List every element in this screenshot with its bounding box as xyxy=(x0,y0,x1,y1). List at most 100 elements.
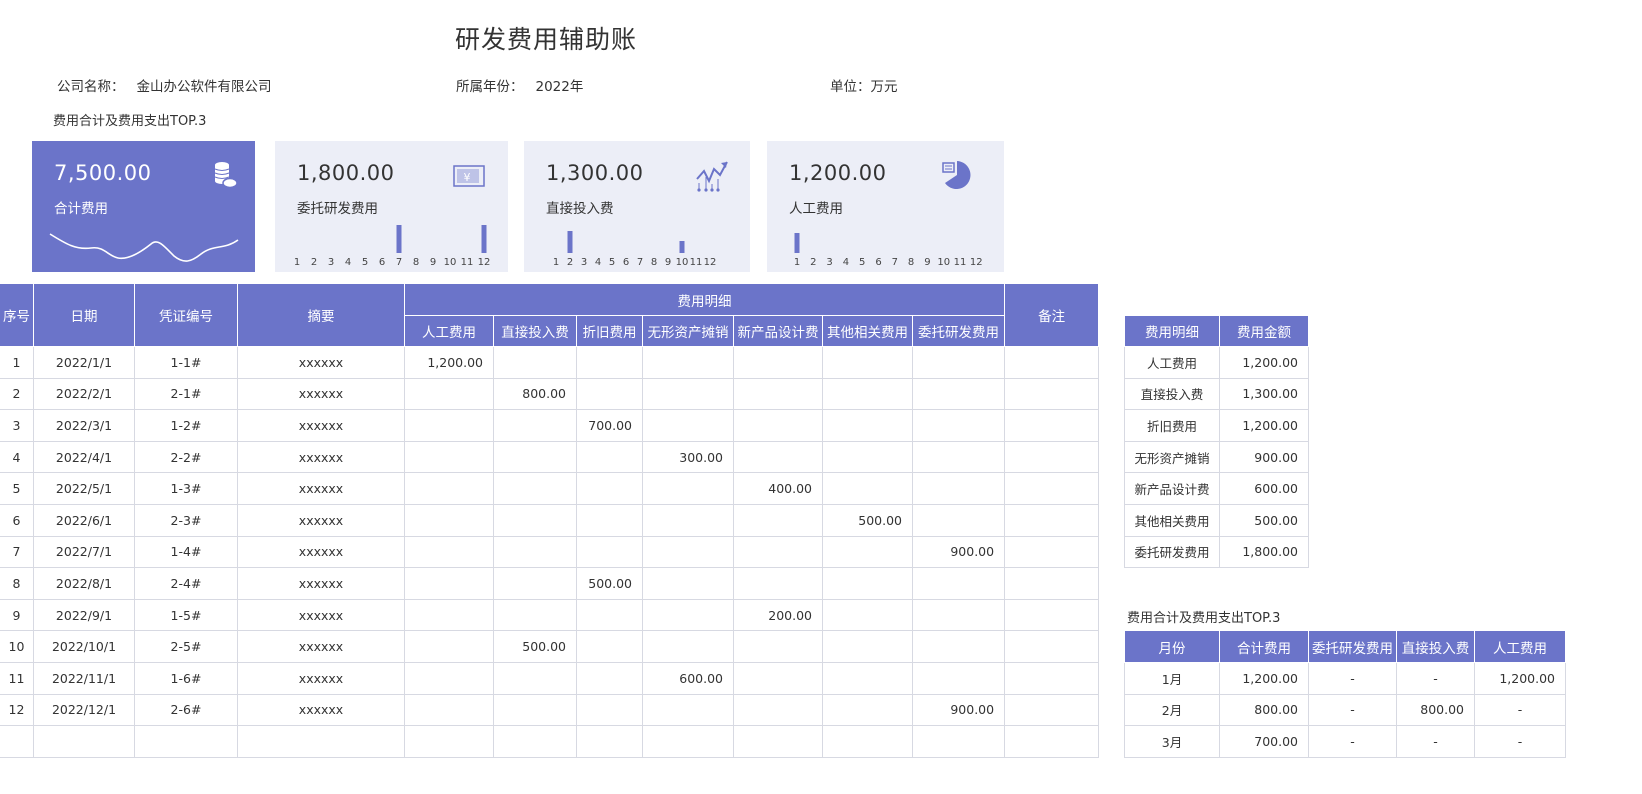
cell-empty[interactable] xyxy=(33,725,135,758)
cell-seq[interactable]: 8 xyxy=(0,567,34,600)
cell-amount[interactable]: 1,200.00 xyxy=(404,346,494,379)
cell-amount[interactable] xyxy=(642,630,734,663)
cell-amount[interactable] xyxy=(404,472,494,505)
top3-value[interactable]: 1,200.00 xyxy=(1474,662,1566,695)
cell-amount[interactable] xyxy=(642,567,734,600)
cell-amount[interactable] xyxy=(493,693,577,727)
top3-value[interactable]: - xyxy=(1474,725,1566,758)
cell-amount[interactable]: 900.00 xyxy=(911,535,1006,569)
cell-amount[interactable] xyxy=(733,409,823,442)
cell-amount[interactable] xyxy=(911,630,1006,663)
summary-amount[interactable]: 1,200.00 xyxy=(1219,346,1309,379)
top3-value[interactable]: - xyxy=(1308,725,1397,758)
cell-amount[interactable] xyxy=(576,535,643,569)
cell-amount[interactable] xyxy=(733,630,823,663)
summary-amount[interactable]: 1,300.00 xyxy=(1219,377,1309,411)
cell-remark[interactable] xyxy=(1004,377,1100,411)
cell-amount[interactable] xyxy=(404,630,494,663)
cell-date[interactable]: 2022/5/1 xyxy=(33,472,135,505)
cell-voucher[interactable]: 1-5# xyxy=(134,598,238,632)
cell-amount[interactable] xyxy=(576,598,643,632)
top3-value[interactable]: 800.00 xyxy=(1219,693,1309,727)
summary-item[interactable]: 委托研发费用 xyxy=(1124,535,1220,569)
cell-amount[interactable] xyxy=(822,693,913,727)
cell-amount[interactable] xyxy=(576,630,643,663)
cell-amount[interactable] xyxy=(642,503,734,537)
cell-amount[interactable] xyxy=(911,377,1006,411)
cell-amount[interactable] xyxy=(404,535,494,569)
cell-empty[interactable] xyxy=(576,725,643,758)
summary-amount[interactable]: 900.00 xyxy=(1219,440,1309,474)
cell-amount[interactable] xyxy=(576,661,643,695)
cell-amount[interactable]: 800.00 xyxy=(493,377,577,411)
cell-amount[interactable] xyxy=(911,346,1006,379)
cell-amount[interactable] xyxy=(576,503,643,537)
cell-amount[interactable] xyxy=(911,598,1006,632)
cell-amount[interactable] xyxy=(576,472,643,505)
cell-summary[interactable]: xxxxxx xyxy=(237,630,405,663)
cell-date[interactable]: 2022/11/1 xyxy=(33,661,135,695)
cell-seq[interactable]: 1 xyxy=(0,346,34,379)
summary-item[interactable]: 无形资产摊销 xyxy=(1124,440,1220,474)
cell-amount[interactable] xyxy=(576,346,643,379)
cell-date[interactable]: 2022/9/1 xyxy=(33,598,135,632)
cell-amount[interactable] xyxy=(493,598,577,632)
cell-voucher[interactable]: 1-4# xyxy=(134,535,238,569)
cell-date[interactable]: 2022/3/1 xyxy=(33,409,135,442)
cell-amount[interactable]: 500.00 xyxy=(822,503,913,537)
cell-date[interactable]: 2022/12/1 xyxy=(33,693,135,727)
cell-amount[interactable] xyxy=(642,598,734,632)
cell-voucher[interactable]: 1-1# xyxy=(134,346,238,379)
cell-date[interactable]: 2022/4/1 xyxy=(33,440,135,474)
cell-amount[interactable] xyxy=(822,346,913,379)
cell-amount[interactable] xyxy=(733,567,823,600)
cell-seq[interactable]: 12 xyxy=(0,693,34,727)
cell-empty[interactable] xyxy=(822,725,913,758)
cell-summary[interactable]: xxxxxx xyxy=(237,661,405,695)
cell-empty[interactable] xyxy=(642,725,734,758)
cell-date[interactable]: 2022/7/1 xyxy=(33,535,135,569)
top3-month[interactable]: 1月 xyxy=(1124,662,1220,695)
cell-amount[interactable]: 300.00 xyxy=(642,440,734,474)
cell-amount[interactable] xyxy=(493,503,577,537)
cell-voucher[interactable]: 1-6# xyxy=(134,661,238,695)
cell-amount[interactable] xyxy=(822,440,913,474)
cell-empty[interactable] xyxy=(493,725,577,758)
cell-amount[interactable] xyxy=(493,535,577,569)
cell-seq[interactable]: 3 xyxy=(0,409,34,442)
cell-voucher[interactable]: 1-2# xyxy=(134,409,238,442)
cell-amount[interactable] xyxy=(822,472,913,505)
summary-amount[interactable]: 600.00 xyxy=(1219,472,1309,505)
cell-amount[interactable] xyxy=(822,630,913,663)
cell-amount[interactable]: 700.00 xyxy=(576,409,643,442)
cell-seq[interactable]: 5 xyxy=(0,472,34,505)
cell-seq[interactable]: 9 xyxy=(0,598,34,632)
cell-amount[interactable] xyxy=(822,535,913,569)
cell-amount[interactable] xyxy=(404,409,494,442)
cell-amount[interactable] xyxy=(911,472,1006,505)
cell-summary[interactable]: xxxxxx xyxy=(237,693,405,727)
cell-empty[interactable] xyxy=(733,725,823,758)
cell-voucher[interactable]: 2-2# xyxy=(134,440,238,474)
cell-remark[interactable] xyxy=(1004,409,1100,442)
cell-amount[interactable] xyxy=(493,409,577,442)
cell-amount[interactable] xyxy=(733,693,823,727)
cell-amount[interactable] xyxy=(911,567,1006,600)
cell-summary[interactable]: xxxxxx xyxy=(237,535,405,569)
summary-item[interactable]: 新产品设计费 xyxy=(1124,472,1220,505)
cell-amount[interactable] xyxy=(493,567,577,600)
cell-voucher[interactable]: 2-4# xyxy=(134,567,238,600)
cell-summary[interactable]: xxxxxx xyxy=(237,377,405,411)
cell-amount[interactable] xyxy=(404,661,494,695)
cell-amount[interactable] xyxy=(493,661,577,695)
cell-amount[interactable]: 500.00 xyxy=(576,567,643,600)
summary-amount[interactable]: 1,200.00 xyxy=(1219,409,1309,442)
top3-value[interactable]: - xyxy=(1396,725,1475,758)
cell-voucher[interactable]: 2-5# xyxy=(134,630,238,663)
cell-summary[interactable]: xxxxxx xyxy=(237,567,405,600)
cell-voucher[interactable]: 2-3# xyxy=(134,503,238,537)
top3-value[interactable]: - xyxy=(1308,693,1397,727)
cell-remark[interactable] xyxy=(1004,535,1100,569)
cell-empty[interactable] xyxy=(237,725,405,758)
cell-date[interactable]: 2022/10/1 xyxy=(33,630,135,663)
